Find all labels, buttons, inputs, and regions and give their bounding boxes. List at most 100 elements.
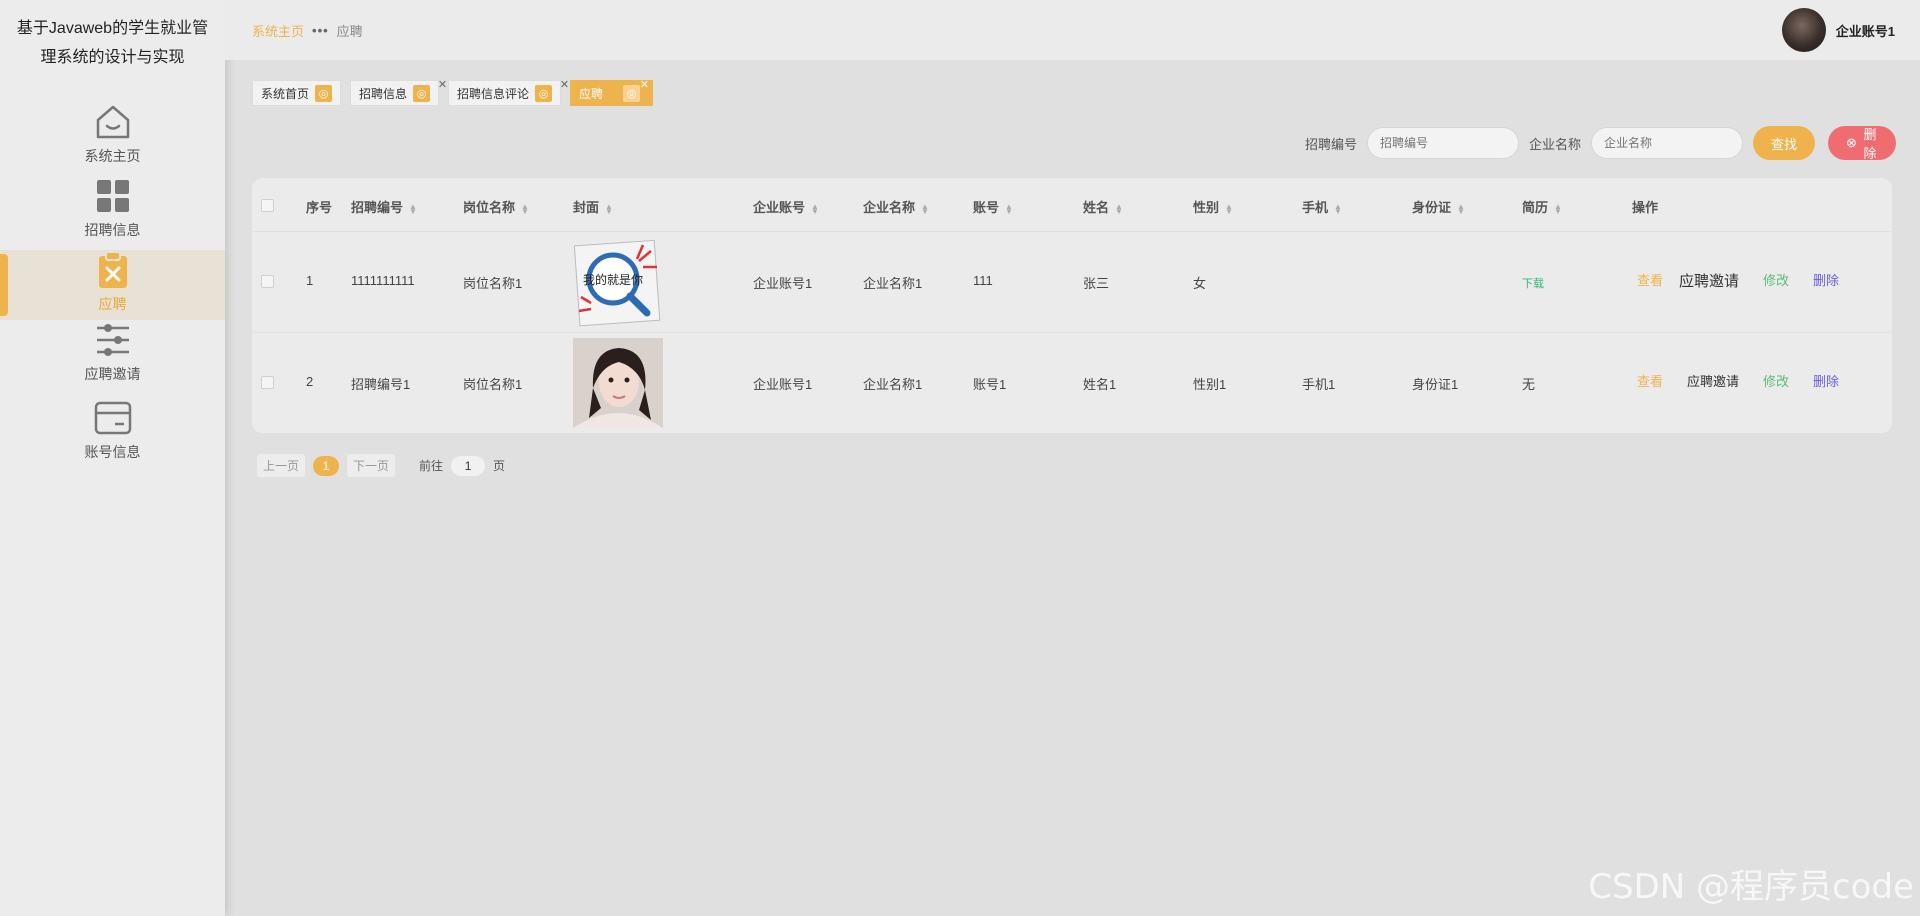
col-header-sortable[interactable]: 企业名称 ▲ ▼ [863, 197, 929, 216]
row-checkbox[interactable] [261, 376, 274, 389]
invite-link[interactable]: 应聘邀请 [1679, 270, 1739, 291]
col-header-label: 账号 [973, 200, 1000, 215]
sort-icon[interactable]: ▲ ▼ [1334, 202, 1342, 215]
col-header-sortable[interactable]: 招聘编号 ▲ ▼ [351, 197, 417, 216]
user-menu[interactable]: 企业账号1 [1781, 8, 1895, 52]
tab-bar: 系统首页 ◎ 招聘信息 ◎ ✕ 招聘信息评论 ◎ ✕ 应聘 ◎ ✕ [252, 78, 654, 106]
close-icon[interactable]: ✕ [560, 78, 569, 91]
clipboard-x-icon [92, 250, 134, 290]
col-header-label: 身份证 [1412, 200, 1452, 215]
cell-account: 账号1 [973, 377, 1007, 392]
sidebar-item-label: 应聘 [98, 296, 127, 312]
tab-recruit-info[interactable]: 招聘信息 ◎ ✕ [350, 79, 447, 106]
card-icon [92, 398, 134, 438]
view-link[interactable]: 查看 [1637, 371, 1663, 390]
cover-image [573, 338, 663, 428]
close-icon[interactable]: ✕ [438, 78, 447, 91]
table-header: 序号 招聘编号 ▲ ▼ 岗位名称 ▲ ▼ 封面 ▲ ▼ 企业账号 ▲ ▼ 企业名称 ▲ ▼ 账号 ▲ ▼… [252, 178, 1892, 232]
pagination: 上一页 1 下一页 前往 1 页 [257, 454, 505, 477]
col-header: 操作 [1632, 200, 1659, 215]
cell-name: 张三 [1083, 276, 1110, 291]
avatar[interactable] [1781, 8, 1826, 52]
edit-link[interactable]: 修改 [1763, 270, 1789, 289]
col-header-sortable[interactable]: 姓名 ▲ ▼ [1083, 197, 1123, 216]
delete-link[interactable]: 删除 [1813, 371, 1839, 390]
page-number-current[interactable]: 1 [313, 455, 340, 476]
cell-index: 2 [306, 374, 314, 389]
sort-icon[interactable]: ▲ ▼ [1554, 202, 1562, 215]
data-table: 序号 招聘编号 ▲ ▼ 岗位名称 ▲ ▼ 封面 ▲ ▼ 企业账号 ▲ ▼ 企业名称 ▲ ▼ 账号 ▲ ▼… [252, 178, 1892, 433]
resume-download-link[interactable]: 下载 [1522, 275, 1544, 291]
sidebar-item-invitation[interactable]: 应聘邀请 [0, 320, 225, 390]
sort-icon[interactable]: ▲ ▼ [1225, 202, 1233, 215]
cell-company-name: 企业名称1 [863, 276, 923, 291]
prev-page-button[interactable]: 上一页 [257, 454, 306, 477]
sort-icon[interactable]: ▲ ▼ [811, 202, 819, 215]
delete-button[interactable]: ⊗ 删除 [1828, 126, 1897, 161]
cell-company-name: 企业名称1 [863, 377, 923, 392]
sort-icon[interactable]: ▲ ▼ [409, 202, 417, 215]
col-header-sortable[interactable]: 封面 ▲ ▼ [573, 197, 613, 216]
tab-label: 招聘信息评论 [457, 86, 530, 101]
tab-system-home[interactable]: 系统首页 ◎ [252, 80, 342, 106]
breadcrumb-home[interactable]: 系统主页 [252, 21, 304, 40]
sidebar-item-apply[interactable]: 应聘 [0, 250, 225, 320]
row-checkbox[interactable] [261, 275, 274, 288]
tab-recruit-comments[interactable]: 招聘信息评论 ◎ ✕ [448, 79, 569, 106]
col-header-label: 企业账号 [753, 200, 806, 215]
col-header-sortable[interactable]: 性别 ▲ ▼ [1193, 197, 1233, 216]
tab-label: 招聘信息 [359, 86, 408, 101]
cell-position: 岗位名称1 [463, 377, 523, 392]
user-name[interactable]: 企业账号1 [1836, 21, 1895, 40]
col-header-sortable[interactable]: 岗位名称 ▲ ▼ [463, 197, 529, 216]
goto-suffix: 页 [493, 459, 506, 473]
col-header-label: 封面 [573, 200, 600, 215]
cell-account: 111 [973, 273, 993, 288]
refresh-icon[interactable]: ◎ [315, 84, 333, 102]
select-all-checkbox[interactable] [261, 199, 274, 212]
sidebar-item-account[interactable]: 账号信息 [0, 398, 225, 468]
view-link[interactable]: 查看 [1637, 270, 1663, 289]
delete-link[interactable]: 删除 [1813, 270, 1839, 289]
company-name-label: 企业名称 [1529, 136, 1582, 152]
goto-label: 前往 [419, 459, 444, 473]
sort-icon[interactable]: ▲ ▼ [1457, 202, 1465, 215]
cell-gender: 性别1 [1193, 377, 1227, 392]
col-header-label: 手机 [1302, 200, 1329, 215]
sort-icon[interactable]: ▲ ▼ [921, 202, 929, 215]
refresh-icon[interactable]: ◎ [535, 84, 553, 102]
breadcrumb: 系统主页 ••• 应聘 [252, 21, 363, 40]
sidebar-item-recruit-info[interactable]: 招聘信息 [0, 176, 225, 246]
col-header-sortable[interactable]: 手机 ▲ ▼ [1302, 197, 1342, 216]
sort-icon[interactable]: ▲ ▼ [605, 202, 613, 215]
sidebar-item-home[interactable]: 系统主页 [0, 102, 225, 172]
refresh-icon[interactable]: ◎ [623, 84, 641, 102]
cell-position: 岗位名称1 [463, 276, 523, 291]
goto-page-input[interactable]: 1 [451, 455, 486, 476]
cover-image: 我的就是你 [573, 237, 663, 327]
close-icon[interactable]: ✕ [640, 78, 649, 91]
next-page-button[interactable]: 下一页 [347, 454, 396, 477]
col-header-sortable[interactable]: 简历 ▲ ▼ [1522, 197, 1562, 216]
invite-link[interactable]: 应聘邀请 [1687, 371, 1739, 390]
sort-icon[interactable]: ▲ ▼ [1115, 202, 1123, 215]
tab-apply[interactable]: 应聘 ◎ ✕ [570, 78, 654, 106]
refresh-icon[interactable]: ◎ [413, 84, 431, 102]
cell-recruit-no: 1111111111 [351, 273, 415, 288]
sort-icon[interactable]: ▲ ▼ [1005, 202, 1013, 215]
col-header: 序号 [306, 200, 333, 215]
col-header-sortable[interactable]: 身份证 ▲ ▼ [1412, 197, 1465, 216]
cell-company-account: 企业账号1 [753, 276, 813, 291]
cell-id-card: 身份证1 [1412, 377, 1459, 392]
sidebar: 基于Javaweb的学生就业管理系统的设计与实现 系统主页 招聘信息 应聘 应聘… [0, 0, 225, 916]
top-header: 系统主页 ••• 应聘 企业账号1 [225, 0, 1920, 60]
cell-company-account: 企业账号1 [753, 377, 813, 392]
sort-icon[interactable]: ▲ ▼ [521, 202, 529, 215]
col-header-sortable[interactable]: 企业账号 ▲ ▼ [753, 197, 819, 216]
col-header-sortable[interactable]: 账号 ▲ ▼ [973, 197, 1013, 216]
search-button[interactable]: 查找 [1753, 126, 1816, 160]
edit-link[interactable]: 修改 [1763, 371, 1789, 390]
company-name-input[interactable] [1591, 127, 1744, 159]
watermark: CSDN @程序员code [1588, 867, 1914, 907]
recruit-no-input[interactable] [1367, 127, 1520, 159]
